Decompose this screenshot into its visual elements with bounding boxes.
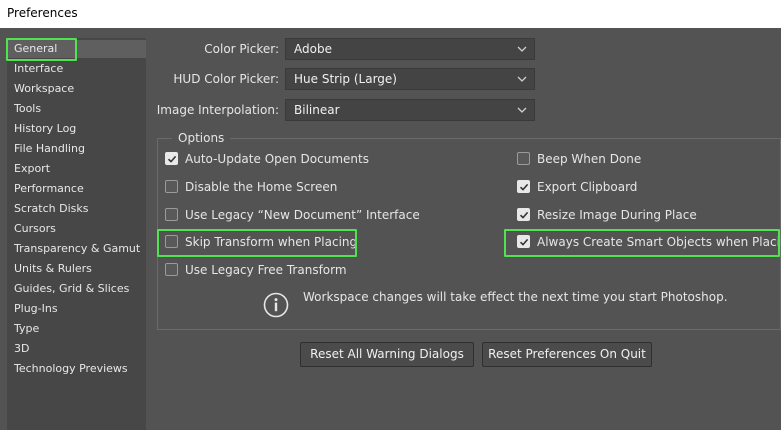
hud-color-picker-value: Hue Strip (Large) [294,72,397,86]
checkmark-icon [519,183,529,191]
hud-color-picker-label: HUD Color Picker: [173,72,279,86]
sidebar-item-guides-grid-slices[interactable]: Guides, Grid & Slices [7,280,146,298]
checkmark-icon [519,211,529,219]
always-create-smart-objects-label: Always Create Smart Objects when Placing [537,235,781,249]
export-clipboard-checkbox[interactable] [517,180,530,193]
sidebar-item-transparency-gamut[interactable]: Transparency & Gamut [7,240,146,258]
color-picker-select[interactable]: Adobe [285,38,535,60]
sidebar-item-file-handling[interactable]: File Handling [7,140,146,158]
sidebar-item-cursors[interactable]: Cursors [7,220,146,238]
chevron-down-icon [517,76,527,82]
hud-color-picker-select[interactable]: Hue Strip (Large) [285,68,535,90]
use-legacy-new-document-interface-checkbox[interactable] [165,208,178,221]
sidebar-item-tools[interactable]: Tools [7,100,146,118]
sidebar-item-type[interactable]: Type [7,320,146,338]
title-bar: Preferences [0,0,781,28]
sidebar-item-workspace[interactable]: Workspace [7,80,146,98]
chevron-down-icon [517,46,527,52]
checkmark-icon [519,238,529,246]
sidebar-item-3d[interactable]: 3D [7,340,146,358]
skip-transform-when-placing-label: Skip Transform when Placing [185,235,358,249]
use-legacy-free-transform-label: Use Legacy Free Transform [185,263,347,277]
image-interpolation-value: Bilinear [294,103,340,117]
sidebar-item-export[interactable]: Export [7,160,146,178]
disable-home-screen-checkbox[interactable] [165,180,178,193]
resize-image-during-place-label: Resize Image During Place [537,208,697,222]
info-icon [263,292,289,318]
export-clipboard-label: Export Clipboard [537,180,638,194]
checkmark-icon [167,155,177,163]
options-legend: Options [172,131,231,145]
auto-update-open-documents-label: Auto-Update Open Documents [185,152,369,166]
sidebar-item-scratch-disks[interactable]: Scratch Disks [7,200,146,218]
chevron-down-icon [517,107,527,113]
use-legacy-new-document-interface-label: Use Legacy “New Document” Interface [185,208,420,222]
sidebar-item-technology-previews[interactable]: Technology Previews [7,360,146,378]
sidebar-item-performance[interactable]: Performance [7,180,146,198]
color-picker-label: Color Picker: [204,42,279,56]
resize-image-during-place-checkbox[interactable] [517,208,530,221]
preferences-sidebar: General Interface Workspace Tools Histor… [7,38,146,430]
skip-transform-when-placing-checkbox[interactable] [165,235,178,248]
sidebar-item-general[interactable]: General [7,40,146,58]
window-title: Preferences [7,6,78,20]
workspace-info-text: Workspace changes will take effect the n… [303,290,728,304]
disable-home-screen-label: Disable the Home Screen [185,180,338,194]
reset-preferences-on-quit-button[interactable]: Reset Preferences On Quit [482,342,652,367]
beep-when-done-label: Beep When Done [537,152,642,166]
sidebar-item-units-rulers[interactable]: Units & Rulers [7,260,146,278]
sidebar-item-plug-ins[interactable]: Plug-Ins [7,300,146,318]
image-interpolation-label: Image Interpolation: [156,103,279,117]
use-legacy-free-transform-checkbox[interactable] [165,263,178,276]
sidebar-item-interface[interactable]: Interface [7,60,146,78]
image-interpolation-select[interactable]: Bilinear [285,99,535,121]
auto-update-open-documents-checkbox[interactable] [165,152,178,165]
beep-when-done-checkbox[interactable] [517,152,530,165]
color-picker-value: Adobe [294,42,332,56]
sidebar-item-history-log[interactable]: History Log [7,120,146,138]
reset-all-warning-dialogs-button[interactable]: Reset All Warning Dialogs [300,342,474,367]
always-create-smart-objects-checkbox[interactable] [517,235,530,248]
